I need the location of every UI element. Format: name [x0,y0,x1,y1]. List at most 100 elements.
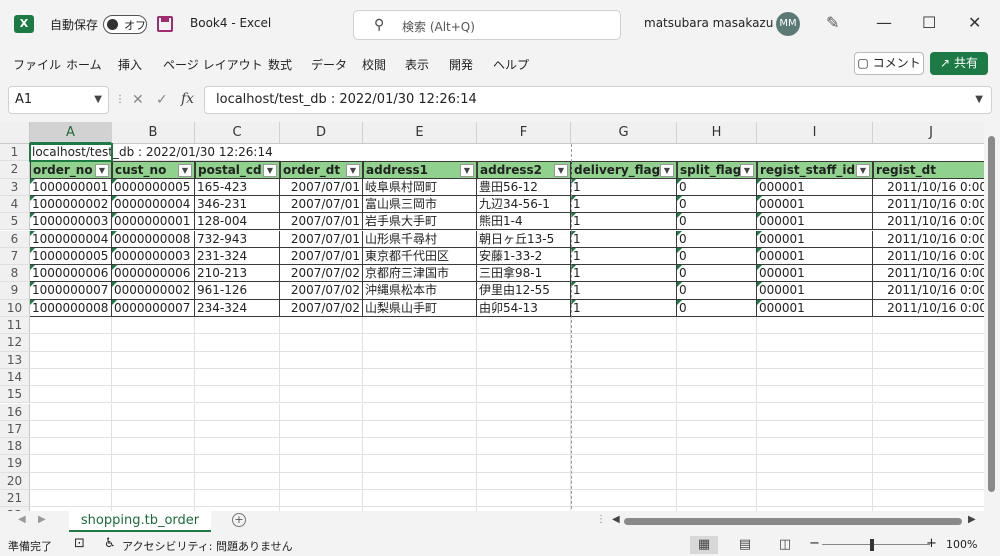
zoom-in-button[interactable]: + [926,536,937,551]
insert-function-icon[interactable]: fx [181,91,194,107]
table-cell[interactable]: 0 [677,299,757,317]
empty-cell[interactable] [757,403,873,421]
table-cell[interactable]: 2007/07/01 [280,195,363,214]
tab-insert[interactable]: 挿入 [118,56,142,73]
table-cell[interactable]: 2011/10/16 0:00 [873,282,984,300]
row-header-6[interactable]: 6 [0,230,30,248]
filter-dropdown-icon[interactable]: ▼ [856,164,870,178]
table-cell[interactable]: 東京都千代田区 [363,247,477,266]
column-header-b[interactable]: B [112,122,195,144]
close-button[interactable]: ✕ [968,13,981,32]
table-cell[interactable]: 128-004 [195,213,280,231]
row-header-16[interactable]: 16 [0,403,30,421]
empty-cell[interactable] [112,368,195,387]
table-cell[interactable]: 231-324 [195,247,280,266]
vertical-scroll-thumb[interactable] [988,136,995,492]
add-sheet-button[interactable]: + [232,513,246,527]
table-cell[interactable]: 1000000005 [30,247,112,266]
table-cell[interactable]: 2011/10/16 0:00 [873,213,984,231]
empty-cell[interactable] [112,420,195,439]
empty-cell[interactable] [195,334,280,352]
table-header-postal-cd[interactable]: postal_cd ▼ [195,161,280,179]
table-cell[interactable]: 2007/07/02 [280,265,363,283]
table-cell[interactable]: 2007/07/02 [280,282,363,300]
table-header-cust-no[interactable]: cust_no ▼ [112,161,195,179]
table-cell[interactable]: 2011/10/16 0:00 [873,196,984,214]
empty-cell[interactable] [280,334,363,352]
tab-file[interactable]: ファイル [13,56,61,73]
empty-cell[interactable] [477,351,571,369]
empty-cell[interactable] [571,403,677,421]
empty-cell[interactable] [363,386,477,404]
empty-cell[interactable] [757,455,873,473]
empty-cell[interactable] [677,438,757,456]
row-header-7[interactable]: 7 [0,247,30,266]
row-header-4[interactable]: 4 [0,195,30,214]
empty-cell[interactable] [677,334,757,352]
zoom-slider-knob[interactable] [870,539,874,551]
table-cell[interactable]: 000001 [757,213,873,231]
page-layout-view-icon[interactable]: ▤ [731,536,759,554]
empty-cell[interactable] [112,386,195,404]
column-header-f[interactable]: F [477,122,571,144]
empty-cell[interactable] [195,403,280,421]
table-cell[interactable]: 沖縄県松本市 [363,282,477,300]
row-header-3[interactable]: 3 [0,178,30,196]
table-header-address2[interactable]: address2 ▼ [477,161,571,179]
worksheet-grid[interactable]: A B C D E F G H I J 1 2 3 4 5 6 7 8 9 10 11 12 13 14 15 16 17 18 19 2… [0,122,984,511]
row-header-9[interactable]: 9 [0,282,30,300]
cancel-icon[interactable]: ✕ [132,92,144,108]
empty-cell[interactable] [571,368,677,387]
tab-view[interactable]: 表示 [405,56,429,73]
empty-cell[interactable] [677,368,757,387]
column-header-c[interactable]: C [195,122,280,144]
empty-cell[interactable] [873,386,984,404]
empty-cell[interactable] [873,334,984,352]
table-cell[interactable]: 0000000001 [112,213,195,231]
column-header-a[interactable]: A [30,122,112,144]
empty-cell[interactable] [30,334,112,352]
table-cell[interactable]: 1 [571,247,677,266]
table-cell[interactable]: 0 [677,178,757,196]
empty-cell[interactable] [873,438,984,456]
empty-cell[interactable] [30,403,112,421]
table-cell[interactable]: 2011/10/16 0:00 [873,248,984,266]
row-header-17[interactable]: 17 [0,420,30,439]
empty-cell[interactable] [477,317,571,335]
table-cell[interactable]: 0 [677,213,757,231]
empty-cell[interactable] [195,386,280,404]
empty-cell[interactable] [571,420,677,439]
empty-cell[interactable] [363,334,477,352]
maximize-button[interactable]: ☐ [922,13,936,32]
table-cell[interactable]: 1000000003 [30,213,112,231]
row-header-21[interactable]: 21 [0,490,30,508]
accessibility-status[interactable]: アクセシビリティ: 問題ありません [122,538,293,554]
empty-cell[interactable] [757,317,873,335]
table-cell[interactable]: 熊田1-4 [477,213,571,231]
table-cell[interactable]: 000001 [757,178,873,196]
empty-cell[interactable] [677,455,757,473]
row-header-12[interactable]: 12 [0,334,30,352]
table-cell[interactable]: 山梨県山手町 [363,299,477,317]
macro-record-icon[interactable]: ⊡ [74,536,85,551]
table-cell[interactable]: 2007/07/01 [280,230,363,248]
empty-cell[interactable] [30,420,112,439]
table-cell[interactable]: 2007/07/01 [280,178,363,196]
row-header-10[interactable]: 10 [0,299,30,317]
empty-cell[interactable] [677,317,757,335]
table-cell[interactable]: 1 [571,213,677,231]
scroll-left-icon[interactable]: ◀ [612,514,620,525]
empty-cell[interactable] [363,403,477,421]
table-header-regist-dt[interactable]: regist_dt [873,161,984,179]
empty-cell[interactable] [30,368,112,387]
empty-cell[interactable] [873,404,984,421]
empty-cell[interactable] [363,420,477,439]
filter-dropdown-icon[interactable]: ▼ [660,164,674,178]
table-cell[interactable]: 2007/07/01 [280,213,363,231]
formula-input[interactable]: localhost/test_db : 2022/01/30 12:26:14 … [204,86,992,114]
prev-sheet-icon[interactable]: ◀ [18,514,26,525]
row-header-18[interactable]: 18 [0,438,30,456]
table-cell[interactable]: 三田拿98-1 [477,265,571,283]
empty-cell[interactable] [477,386,571,404]
table-cell[interactable]: 0 [677,230,757,248]
